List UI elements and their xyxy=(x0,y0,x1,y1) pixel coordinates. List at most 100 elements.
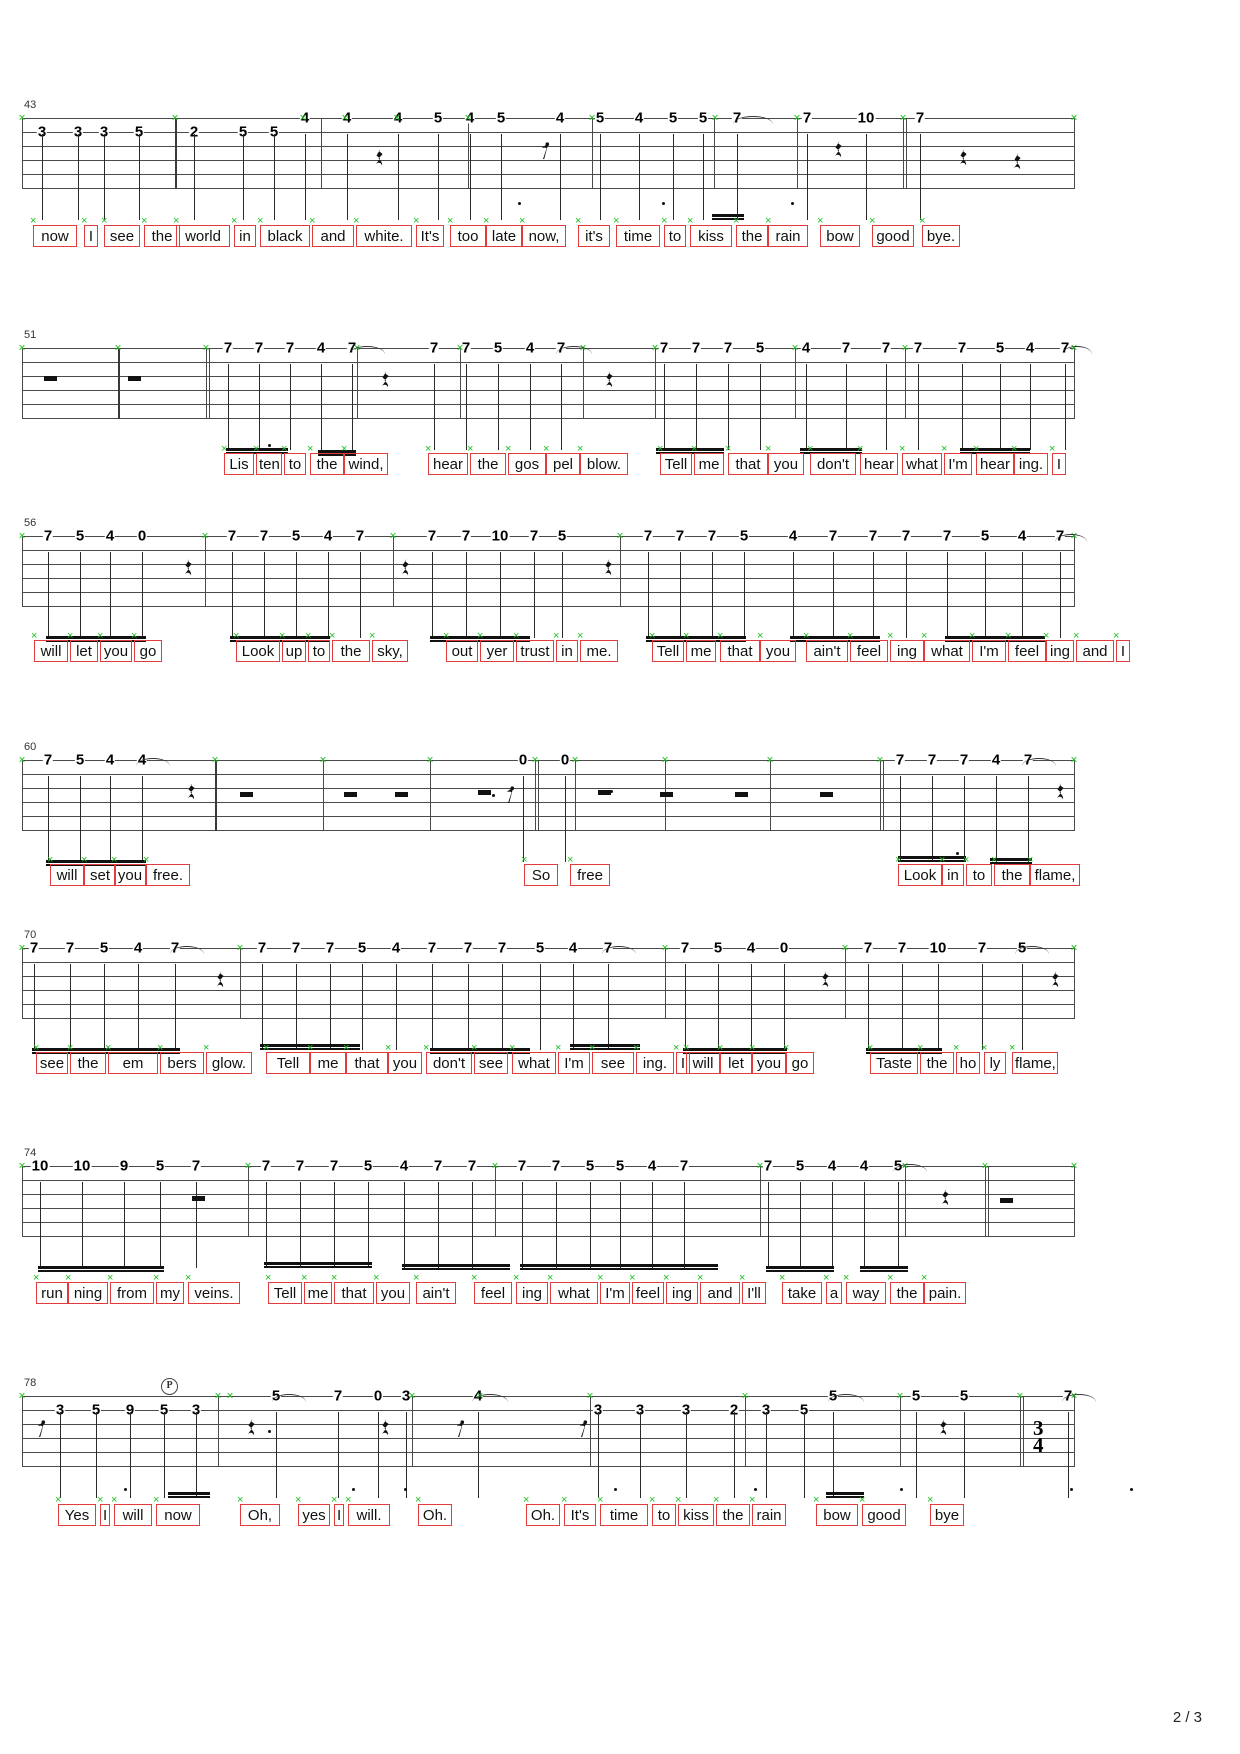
fret-number: 7 xyxy=(42,527,54,545)
lyric-row: now × I × see × the × world × in × black × and × white. ×… xyxy=(0,216,1240,251)
beat-marker-icon: × xyxy=(408,1388,416,1403)
note-stem xyxy=(196,1182,197,1268)
fret-number: 5 xyxy=(98,939,110,957)
lyric-syllable: kiss × xyxy=(687,216,732,247)
note-stem xyxy=(274,134,275,220)
beat-marker-icon: × xyxy=(471,1042,478,1054)
palm-mute-p-icon: P xyxy=(161,1378,178,1395)
lyric-syllable: hear × xyxy=(425,444,468,475)
note-stem xyxy=(305,134,306,220)
note-beam-secondary xyxy=(570,1048,640,1050)
eighth-rest-icon xyxy=(455,1420,465,1442)
lyric-syllable: em × xyxy=(105,1043,158,1074)
beat-marker-icon: × xyxy=(131,630,138,642)
lyric-syllable: flame, × xyxy=(1027,855,1080,886)
note-stem xyxy=(985,552,986,638)
note-stem xyxy=(565,776,566,862)
tab-staff xyxy=(22,948,1074,1019)
lyric-syllable: glow. × xyxy=(203,1043,252,1074)
beat-marker-icon: × xyxy=(331,1272,338,1284)
beat-marker-icon: × xyxy=(561,1494,568,1506)
fret-number: 7 xyxy=(253,339,265,357)
fret-number: 7 xyxy=(226,527,238,545)
lyric-syllable: me × xyxy=(307,1043,346,1074)
lyric-syllable: ain't × xyxy=(803,631,848,662)
measure-number: 56 xyxy=(24,517,37,529)
fret-number: 5 xyxy=(495,109,507,127)
lyric-syllable: the × xyxy=(887,1273,924,1304)
tab-staff xyxy=(22,348,1074,419)
barline xyxy=(357,348,358,419)
fret-number: 0 xyxy=(372,1387,384,1405)
beat-marker-icon: × xyxy=(921,630,928,642)
beat-marker-icon: × xyxy=(523,1494,530,1506)
fret-number: 4 xyxy=(104,527,116,545)
beat-marker-icon: × xyxy=(231,215,238,227)
note-stem xyxy=(562,552,563,638)
beat-marker-icon: × xyxy=(141,215,148,227)
lyric-syllable: wind, × xyxy=(341,444,388,475)
beat-marker-icon: × xyxy=(657,443,664,455)
fret-number: 7 xyxy=(976,939,988,957)
lyric-syllable: I'll × xyxy=(739,1273,766,1304)
note-stem xyxy=(556,1182,557,1268)
beat-marker-icon: × xyxy=(919,215,926,227)
lyric-syllable: to × xyxy=(281,444,306,475)
beat-marker-icon: × xyxy=(237,1494,244,1506)
fret-number: 7 xyxy=(912,339,924,357)
beat-marker-icon: × xyxy=(447,215,454,227)
barline xyxy=(745,1396,746,1467)
note-stem xyxy=(472,1182,473,1268)
beat-marker-icon: × xyxy=(1070,1158,1078,1173)
lyric-syllable: late × xyxy=(483,216,522,247)
lyric-syllable: Oh, × xyxy=(237,1495,280,1526)
lyric-syllable: Tell × xyxy=(263,1043,310,1074)
beat-marker-icon: × xyxy=(81,215,88,227)
lyric-syllable: bers × xyxy=(157,1043,204,1074)
beat-marker-icon: × xyxy=(413,215,420,227)
note-stem xyxy=(540,964,541,1050)
beat-marker-icon: × xyxy=(18,528,26,543)
lyric-syllable: you × xyxy=(385,1043,422,1074)
fret-number: 4 xyxy=(398,1157,410,1175)
note-stem xyxy=(947,552,948,638)
note-stem xyxy=(40,1182,41,1268)
note-stem xyxy=(243,134,244,220)
barline xyxy=(1074,536,1075,607)
note-stem xyxy=(768,1182,769,1268)
fret-number: 4 xyxy=(990,751,1002,769)
beat-marker-icon: × xyxy=(633,1042,640,1054)
note-stem xyxy=(501,134,502,220)
note-stem xyxy=(466,552,467,638)
beat-marker-icon: × xyxy=(307,443,314,455)
beat-marker-icon: × xyxy=(464,110,472,125)
beat-marker-icon: × xyxy=(953,1042,960,1054)
beat-marker-icon: × xyxy=(597,1494,604,1506)
note-stem xyxy=(737,134,738,220)
beat-marker-icon: × xyxy=(393,110,401,125)
beat-marker-icon: × xyxy=(18,110,26,125)
lyric-syllable: free. × xyxy=(143,855,190,886)
beat-marker-icon: × xyxy=(713,1494,720,1506)
barline xyxy=(620,536,621,607)
barline xyxy=(985,1166,989,1237)
fret-number: 5 xyxy=(74,751,86,769)
note-stem xyxy=(534,552,535,638)
lyric-syllable: I × xyxy=(97,1495,110,1526)
fret-number: 7 xyxy=(956,339,968,357)
barline xyxy=(797,118,798,189)
note-stem xyxy=(573,964,574,1050)
barline xyxy=(22,1396,23,1467)
beat-marker-icon: × xyxy=(221,443,228,455)
lyric-syllable: good × xyxy=(869,216,914,247)
barline xyxy=(760,1166,761,1237)
barline xyxy=(845,948,846,1019)
note-stem xyxy=(868,964,869,1050)
beat-marker-icon: × xyxy=(749,1042,756,1054)
note-stem xyxy=(639,134,640,220)
page-number: 2 / 3 xyxy=(1172,1709,1202,1726)
lyric-syllable: let × xyxy=(717,1043,752,1074)
fret-number: 5 xyxy=(738,527,750,545)
system-78: 78 P 3 5 9 5 3 5 7 0 3 4 3 3 3 2 3 5 5 5 5 7 × × × × × × × × × × 3 4 xyxy=(0,1378,1240,1558)
lyric-syllable: what × xyxy=(921,631,970,662)
